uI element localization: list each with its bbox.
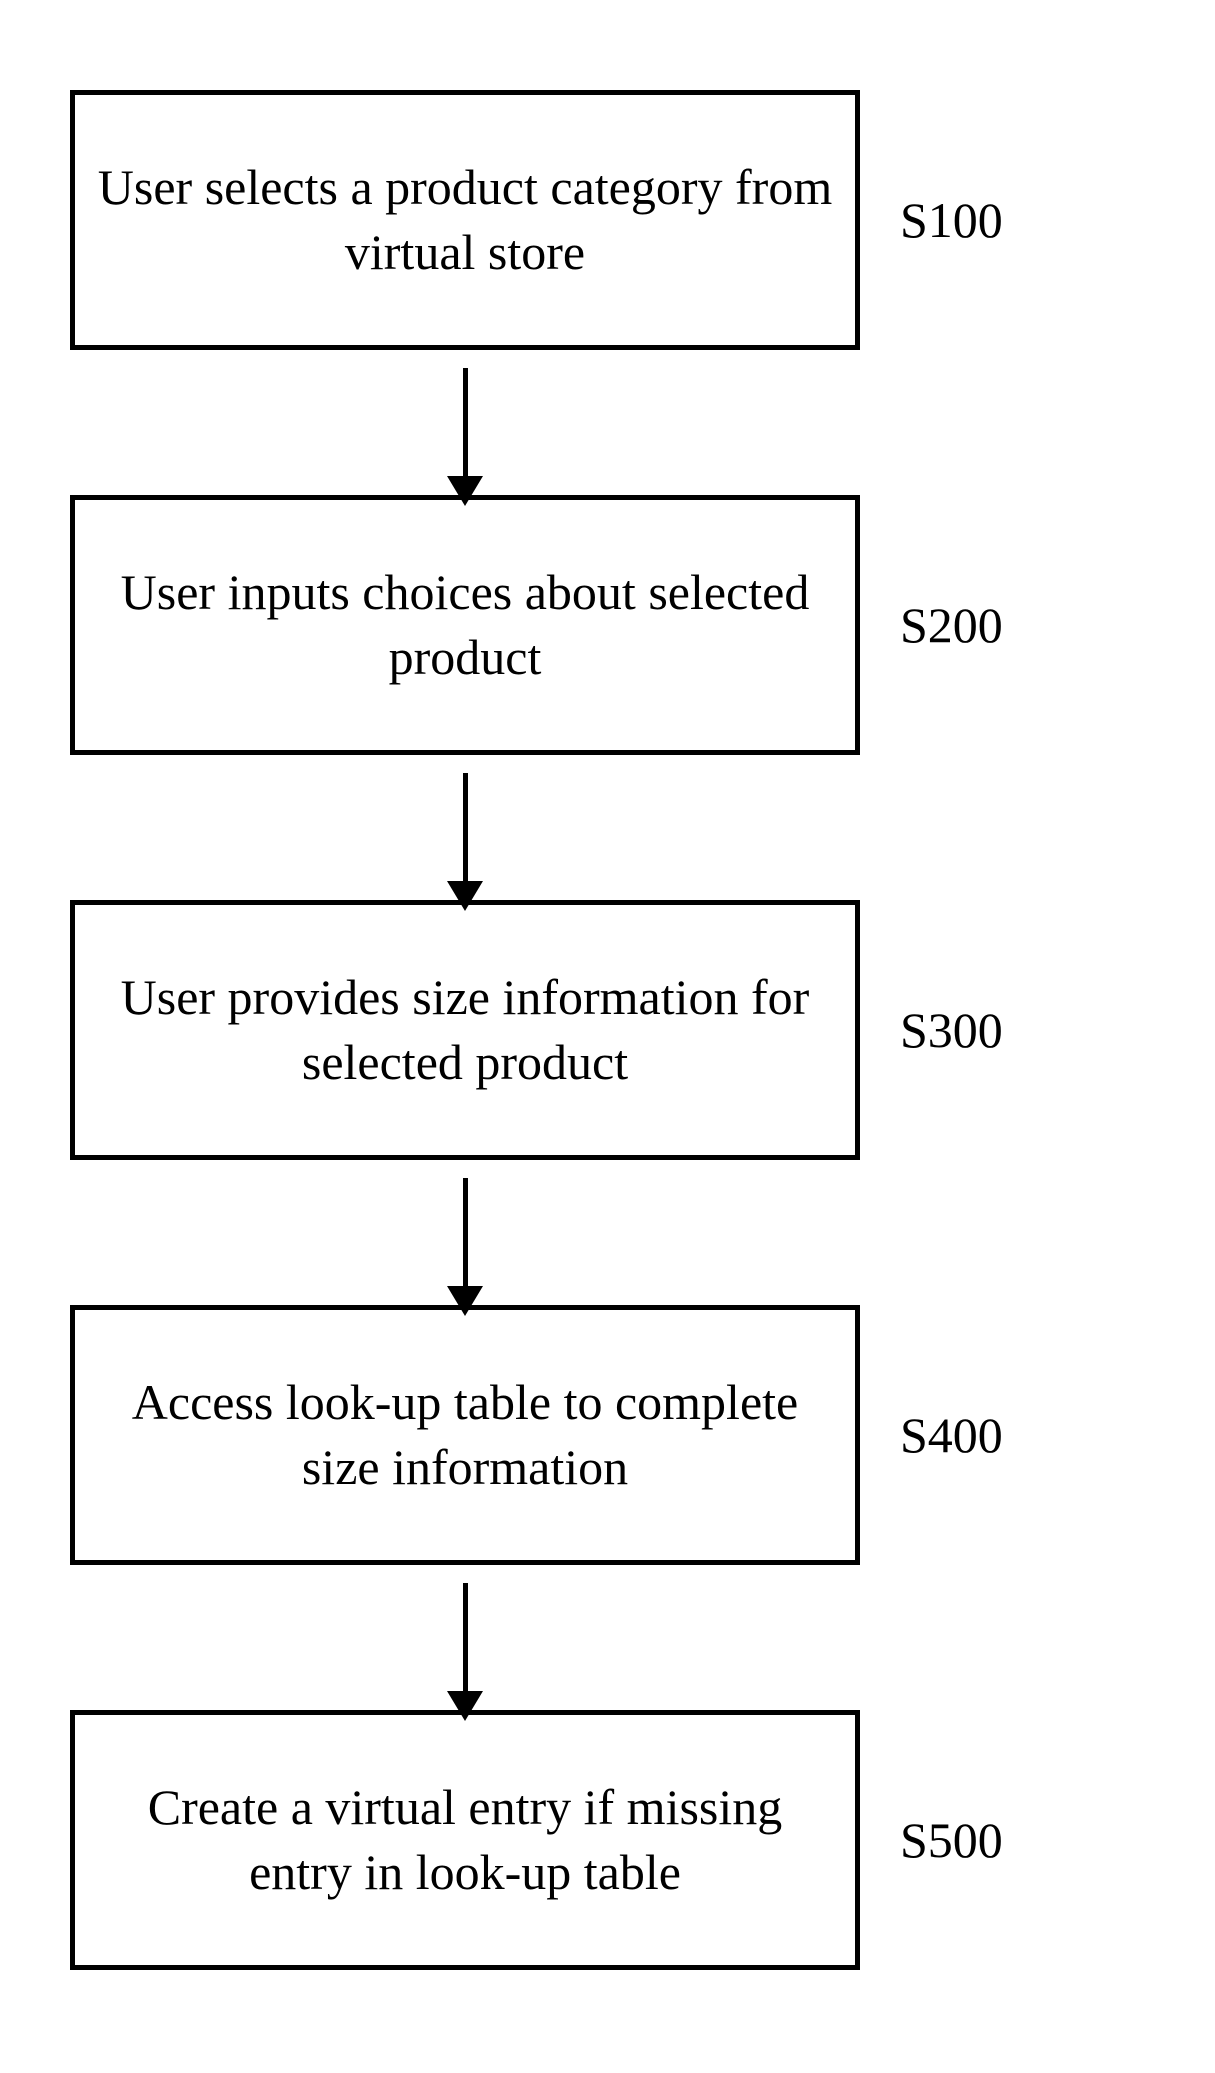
step-label: S400: [900, 1406, 1003, 1464]
step-text: Access look-up table to complete size in…: [95, 1370, 835, 1500]
arrow-container: [70, 755, 860, 900]
arrow-down-icon: [463, 1178, 468, 1288]
step-text: Create a virtual entry if missing entry …: [95, 1775, 835, 1905]
flowchart-step-row: User selects a product category from vir…: [70, 90, 1003, 350]
step-label: S200: [900, 596, 1003, 654]
flowchart-step-row: User provides size information for selec…: [70, 900, 1003, 1160]
arrow-down-icon: [463, 773, 468, 883]
flowchart-step-row: Access look-up table to complete size in…: [70, 1305, 1003, 1565]
flowchart-step-box: User provides size information for selec…: [70, 900, 860, 1160]
step-text: User selects a product category from vir…: [95, 155, 835, 285]
step-text: User inputs choices about selected produ…: [95, 560, 835, 690]
step-label: S300: [900, 1001, 1003, 1059]
flowchart-step-row: User inputs choices about selected produ…: [70, 495, 1003, 755]
arrow-down-icon: [463, 1583, 468, 1693]
step-label: S500: [900, 1811, 1003, 1869]
arrow-down-icon: [463, 368, 468, 478]
arrow-container: [70, 1565, 860, 1710]
step-label: S100: [900, 191, 1003, 249]
step-text: User provides size information for selec…: [95, 965, 835, 1095]
arrow-container: [70, 350, 860, 495]
flowchart-container: User selects a product category from vir…: [70, 90, 1145, 1970]
flowchart-step-box: User inputs choices about selected produ…: [70, 495, 860, 755]
flowchart-step-box: User selects a product category from vir…: [70, 90, 860, 350]
flowchart-step-row: Create a virtual entry if missing entry …: [70, 1710, 1003, 1970]
flowchart-step-box: Access look-up table to complete size in…: [70, 1305, 860, 1565]
arrow-container: [70, 1160, 860, 1305]
flowchart-step-box: Create a virtual entry if missing entry …: [70, 1710, 860, 1970]
